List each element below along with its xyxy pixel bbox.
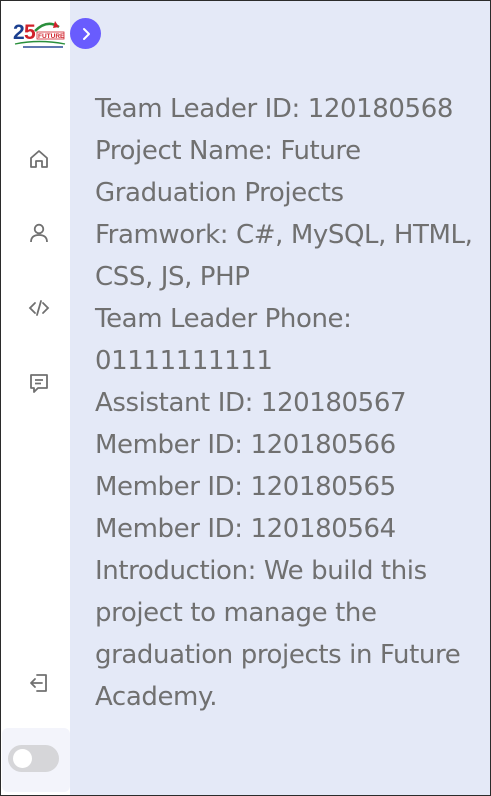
- dark-mode-toggle[interactable]: [8, 745, 59, 772]
- team-leader-phone: Team Leader Phone: 01111111111: [95, 304, 352, 376]
- code-icon[interactable]: [27, 296, 51, 320]
- member-id: Member ID: 120180565: [95, 472, 396, 502]
- toggle-knob: [13, 749, 32, 768]
- sidebar-toggle-button[interactable]: [70, 18, 101, 49]
- team-leader-id: Team Leader ID: 120180568: [95, 94, 453, 124]
- project-details: Team Leader ID: 120180568 Project Name: …: [95, 88, 487, 718]
- framework: Framwork: C#, MySQL, HTML, CSS, JS, PHP: [95, 220, 473, 292]
- message-icon[interactable]: [27, 371, 51, 395]
- member-id: Member ID: 120180564: [95, 514, 396, 544]
- dark-mode-area: [2, 728, 70, 792]
- sidebar: 2 5 FUTURE: [1, 1, 70, 795]
- svg-text:5: 5: [24, 21, 36, 44]
- introduction: Introduction: We build this project to m…: [95, 556, 461, 712]
- logo-text: FUTURE: [38, 33, 65, 40]
- future-academy-logo[interactable]: 2 5 FUTURE: [13, 17, 67, 53]
- member-id: Member ID: 120180566: [95, 430, 396, 460]
- project-name: Project Name: Future Graduation Projects: [95, 136, 361, 208]
- logout-icon[interactable]: [27, 671, 51, 695]
- user-icon[interactable]: [27, 221, 51, 245]
- svg-text:2: 2: [13, 21, 25, 44]
- chevron-right-icon: [82, 27, 90, 40]
- assistant-id: Assistant ID: 120180567: [95, 388, 407, 418]
- home-icon[interactable]: [27, 147, 51, 171]
